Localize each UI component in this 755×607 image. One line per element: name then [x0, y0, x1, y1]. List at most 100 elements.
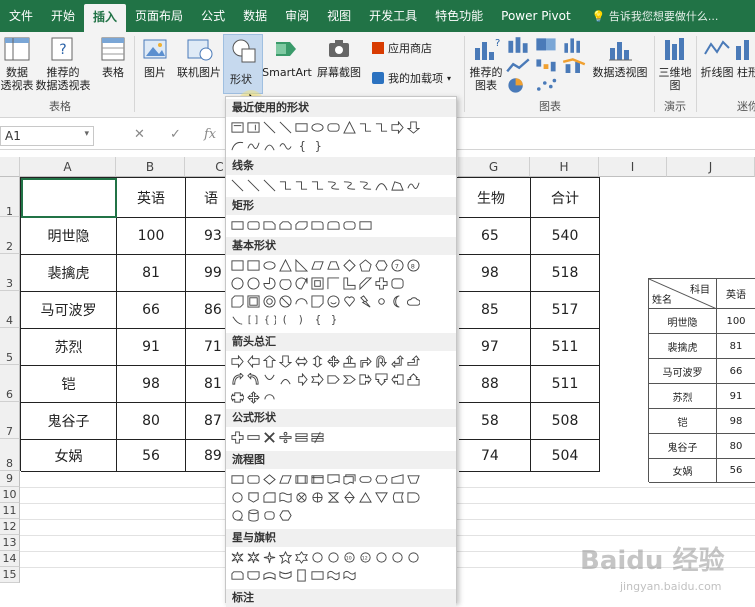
row-header[interactable]: 3 — [0, 254, 20, 291]
flowchart-sort-icon[interactable] — [343, 491, 356, 504]
triangle-shape-icon[interactable] — [343, 121, 356, 134]
minus-shape-icon[interactable] — [247, 431, 260, 444]
striped-right-arrow-icon[interactable] — [295, 373, 308, 386]
donut-shape-icon[interactable] — [263, 295, 276, 308]
wave-banner-icon[interactable] — [327, 569, 340, 582]
octagon-shape-icon[interactable]: 8 — [407, 259, 420, 272]
curved-arrow-icon[interactable] — [343, 179, 356, 192]
star-6-shape-icon[interactable] — [295, 551, 308, 564]
line-shape-icon[interactable] — [279, 121, 292, 134]
flowchart-connector-icon[interactable] — [231, 491, 244, 504]
column-header-j[interactable]: J — [667, 157, 755, 177]
line-sparkline-button[interactable]: 折线图 — [698, 34, 736, 79]
online-picture-button[interactable]: 联机图片 — [174, 34, 224, 79]
table-cell-english[interactable]: 80 — [117, 403, 186, 440]
tab-file[interactable]: 文件 — [0, 0, 42, 32]
flowchart-card-icon[interactable] — [263, 491, 276, 504]
rectangle-shape-icon[interactable] — [359, 219, 372, 232]
snip-same-side-rect-icon[interactable] — [279, 219, 292, 232]
small-cell-score[interactable]: 100 — [717, 309, 755, 334]
left-bracket-icon[interactable]: ( — [279, 313, 292, 326]
tab-review[interactable]: 审阅 — [276, 0, 318, 32]
left-arrow-callout-icon[interactable] — [391, 373, 404, 386]
tell-me-box[interactable]: 💡 告诉我您想要做什么... — [580, 8, 719, 24]
app-store-button[interactable]: 应用商店 — [372, 40, 432, 56]
pivot-table-button[interactable]: 数据 透视表 — [0, 34, 34, 92]
folded-corner-shape-icon[interactable] — [311, 295, 324, 308]
diamond-shape-icon[interactable] — [343, 259, 356, 272]
table-cell-name[interactable]: 鬼谷子 — [21, 403, 117, 440]
star-12-shape-icon[interactable]: 12 — [359, 551, 372, 564]
arrow-line-icon[interactable] — [247, 179, 260, 192]
enter-icon[interactable]: ✓ — [170, 127, 181, 142]
wave-shape-icon[interactable] — [279, 139, 292, 152]
line-shape-icon[interactable] — [231, 179, 244, 192]
bent-arrow-icon[interactable] — [359, 355, 372, 368]
table-cell-english[interactable]: 98 — [117, 366, 186, 403]
small-cell-score[interactable]: 56 — [717, 459, 755, 483]
recommended-pivot-button[interactable]: ? 推荐的 数据透视表 — [34, 34, 92, 92]
column-header-g[interactable]: G — [458, 157, 530, 177]
equal-shape-icon[interactable] — [295, 431, 308, 444]
table-cell-total[interactable]: 540 — [531, 218, 600, 255]
row-header[interactable]: 14 — [0, 551, 20, 567]
flowchart-offpage-icon[interactable] — [247, 491, 260, 504]
elbow-double-arrow-icon[interactable] — [311, 179, 324, 192]
text-box-shape-icon[interactable] — [231, 121, 244, 134]
double-brace-icon[interactable]: { } — [263, 313, 276, 326]
header-cell-biology[interactable]: 生物 — [459, 178, 531, 218]
row-header[interactable]: 1 — [0, 177, 20, 218]
tab-formulas[interactable]: 公式 — [192, 0, 234, 32]
flowchart-predefined-icon[interactable] — [295, 473, 308, 486]
table-cell-total[interactable]: 517 — [531, 292, 600, 329]
table-button[interactable]: 表格 — [96, 34, 130, 79]
small-cell-score[interactable]: 66 — [717, 359, 755, 384]
decagon-shape-icon[interactable] — [231, 277, 244, 290]
statistic-chart-icon[interactable] — [562, 36, 586, 53]
cancel-icon[interactable]: ✕ — [134, 127, 145, 142]
star-8-shape-icon[interactable] — [327, 551, 340, 564]
flowchart-manual-input-icon[interactable] — [391, 473, 404, 486]
rounded-rect-shape-icon[interactable] — [247, 219, 260, 232]
tab-special[interactable]: 特色功能 — [426, 0, 492, 32]
elbow-arrow-icon[interactable] — [295, 179, 308, 192]
tab-developer[interactable]: 开发工具 — [360, 0, 426, 32]
flowchart-display-icon[interactable] — [279, 509, 292, 522]
row-header[interactable]: 15 — [0, 567, 20, 583]
line-shape-icon[interactable] — [263, 121, 276, 134]
chord-shape-icon[interactable] — [279, 277, 292, 290]
explosion-shape-icon[interactable] — [231, 551, 244, 564]
star-24-shape-icon[interactable] — [391, 551, 404, 564]
curved-right-arrow-icon[interactable] — [231, 373, 244, 386]
elbow-arrow-icon[interactable] — [375, 121, 388, 134]
small-cell-name[interactable]: 裴擒虎 — [649, 334, 717, 359]
not-equal-shape-icon[interactable] — [311, 431, 324, 444]
select-all-corner[interactable] — [0, 157, 20, 177]
row-header[interactable]: 6 — [0, 365, 20, 402]
star-10-shape-icon[interactable]: 10 — [343, 551, 356, 564]
row-header[interactable]: 9 — [0, 471, 20, 487]
flowchart-document-icon[interactable] — [327, 473, 340, 486]
pentagon-shape-icon[interactable] — [359, 259, 372, 272]
oval-shape-icon[interactable] — [263, 259, 276, 272]
up-arrow-callout-icon[interactable] — [407, 373, 420, 386]
flowchart-merge-icon[interactable] — [375, 491, 388, 504]
tab-view[interactable]: 视图 — [318, 0, 360, 32]
double-bracket-icon[interactable]: [ ] — [247, 313, 260, 326]
right-arrow-shape-icon[interactable] — [231, 355, 244, 368]
ribbon-up-icon[interactable] — [231, 569, 244, 582]
tab-home[interactable]: 开始 — [42, 0, 84, 32]
table-cell-total[interactable]: 511 — [531, 329, 600, 366]
down-arrow-callout-icon[interactable] — [375, 373, 388, 386]
table-cell-bio[interactable]: 74 — [459, 440, 531, 472]
small-cell-name[interactable]: 马可波罗 — [649, 359, 717, 384]
flowchart-data-icon[interactable] — [279, 473, 292, 486]
left-brace-icon[interactable]: { — [295, 139, 308, 152]
table-cell-bio[interactable]: 98 — [459, 255, 531, 292]
flowchart-punched-tape-icon[interactable] — [279, 491, 292, 504]
multiply-shape-icon[interactable] — [263, 431, 276, 444]
header-cell-english[interactable]: 英语 — [117, 178, 186, 218]
star-5-shape-icon[interactable] — [279, 551, 292, 564]
table-cell-bio[interactable]: 65 — [459, 218, 531, 255]
cube-shape-icon[interactable] — [231, 295, 244, 308]
